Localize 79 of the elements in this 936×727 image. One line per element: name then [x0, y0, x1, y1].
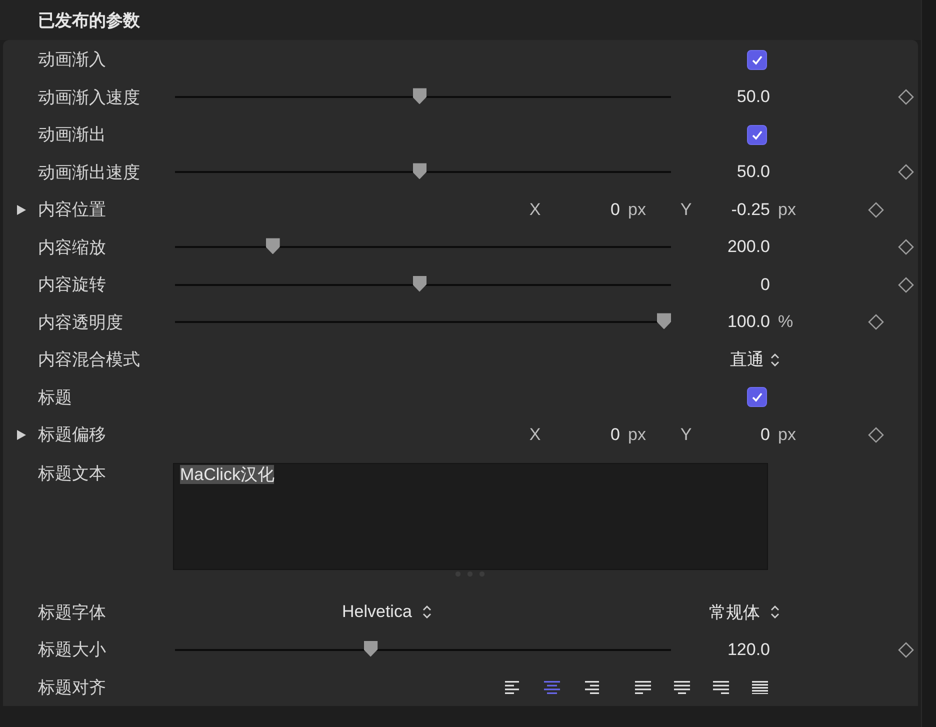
font-family-popup[interactable]: Helvetica	[342, 602, 432, 622]
value-text[interactable]: 0	[545, 424, 620, 445]
text-field[interactable]: MaClick汉化	[173, 462, 768, 570]
keyframe-icon[interactable]	[868, 314, 884, 330]
chevron-updown-icon	[770, 352, 780, 367]
checkbox[interactable]	[747, 124, 767, 145]
unit-text: px	[777, 200, 797, 220]
align-justify-full-button[interactable]	[751, 680, 769, 694]
parameter-label: 动画渐出	[38, 124, 107, 146]
slider-thumb[interactable]	[412, 276, 426, 292]
disclosure-triangle-icon[interactable]	[14, 204, 26, 216]
value-text[interactable]: 0	[696, 424, 770, 445]
value-text[interactable]: 100.0	[671, 312, 770, 332]
align-left-button[interactable]	[504, 680, 522, 694]
keyframe-icon[interactable]	[898, 239, 914, 256]
align-right-button[interactable]	[582, 680, 600, 694]
axis-label: Y	[679, 424, 693, 445]
disclosure-triangle-icon[interactable]	[14, 428, 26, 441]
slider-track[interactable]	[175, 238, 671, 256]
unit-text: px	[627, 424, 647, 445]
keyframe-icon[interactable]	[898, 642, 914, 658]
parameter-label: 标题大小	[38, 639, 107, 662]
value-text[interactable]: -0.25	[696, 200, 770, 220]
slider-thumb[interactable]	[364, 640, 378, 657]
keyframe-icon[interactable]	[898, 164, 914, 180]
checkbox[interactable]	[747, 387, 767, 408]
parameter-label: 标题字体	[38, 602, 107, 624]
checkbox[interactable]	[747, 50, 767, 70]
parameter-label: 标题	[38, 386, 73, 409]
unit-text: px	[777, 424, 797, 445]
keyframe-icon[interactable]	[898, 89, 914, 106]
slider-track[interactable]	[175, 88, 671, 106]
slider-track[interactable]	[175, 313, 671, 332]
value-text[interactable]: 200.0	[671, 237, 770, 258]
checkmark-icon	[751, 54, 763, 66]
chevron-updown-icon	[770, 605, 780, 620]
chevron-updown-icon	[422, 605, 432, 620]
blend-mode-popup[interactable]: 直通	[730, 348, 780, 372]
parameter-label: 标题偏移	[38, 424, 107, 446]
value-text[interactable]: 0	[545, 200, 620, 220]
parameter-label: 标题文本	[38, 462, 107, 484]
parameter-label: 动画渐出速度	[38, 162, 141, 184]
parameter-label: 内容缩放	[38, 236, 107, 259]
value-text[interactable]: 50.0	[671, 87, 770, 108]
checkmark-icon	[751, 391, 763, 404]
keyframe-icon[interactable]	[868, 426, 884, 443]
selected-text: MaClick汉化	[180, 464, 274, 484]
keyframe-icon[interactable]	[898, 276, 914, 293]
parameter-label: 内容位置	[38, 199, 107, 222]
slider-track[interactable]	[175, 276, 671, 294]
align-justify-left-button[interactable]	[634, 680, 652, 694]
unit-text: %	[777, 312, 794, 332]
align-justify-right-button[interactable]	[712, 680, 730, 694]
parameter-label: 内容透明度	[38, 312, 124, 334]
axis-label: Y	[679, 200, 693, 220]
slider-thumb[interactable]	[412, 88, 426, 104]
slider-thumb[interactable]	[657, 313, 671, 330]
slider-track[interactable]	[175, 640, 671, 659]
parameter-label: 动画渐入	[38, 49, 107, 72]
checkmark-icon	[751, 128, 763, 141]
slider-track[interactable]	[175, 163, 671, 182]
slider-thumb[interactable]	[412, 163, 426, 180]
section-title: 已发布的参数	[38, 10, 140, 32]
parameter-label: 内容旋转	[38, 274, 107, 296]
axis-label: X	[528, 424, 542, 445]
parameter-label: 标题对齐	[38, 676, 107, 699]
value-text[interactable]: 120.0	[671, 640, 770, 660]
parameter-label: 动画渐入速度	[38, 86, 141, 109]
value-text[interactable]: 50.0	[671, 162, 770, 182]
slider-thumb[interactable]	[266, 238, 280, 254]
value-text[interactable]: 0	[671, 274, 770, 295]
axis-label: X	[528, 200, 542, 220]
parameter-label: 内容混合模式	[38, 349, 141, 372]
unit-text: px	[627, 200, 647, 220]
resize-handle-icon[interactable]	[453, 570, 487, 576]
align-center-button[interactable]	[543, 680, 561, 694]
keyframe-icon[interactable]	[868, 202, 884, 218]
font-style-popup[interactable]: 常规体	[709, 600, 780, 624]
align-justify-center-button[interactable]	[673, 680, 691, 694]
